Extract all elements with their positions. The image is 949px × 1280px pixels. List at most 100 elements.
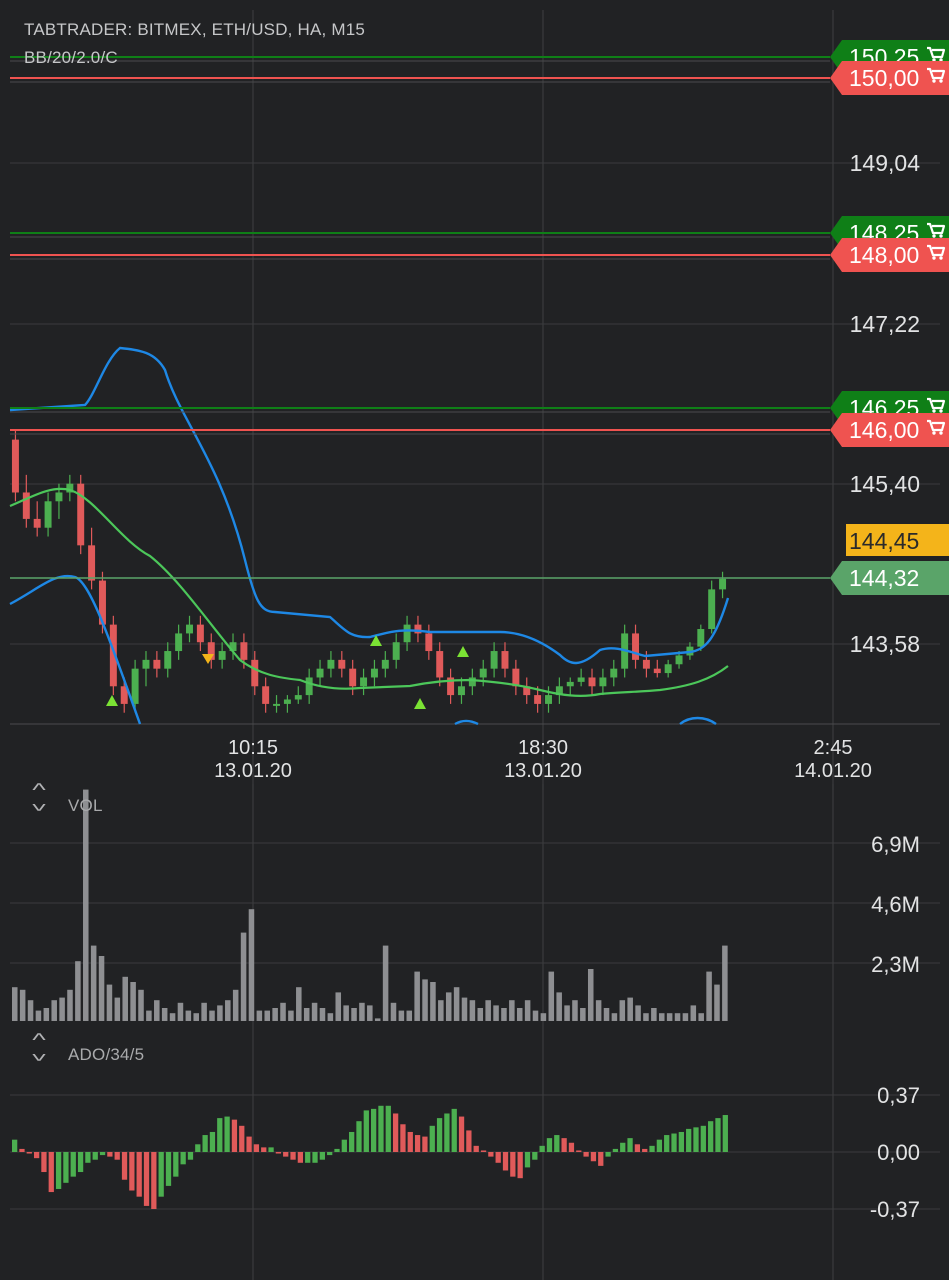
candle-body: [196, 624, 204, 643]
volume-bar: [106, 984, 113, 1021]
ado-bar: [180, 1152, 186, 1165]
ado-bar: [422, 1136, 428, 1152]
ado-bar: [715, 1118, 721, 1152]
candle-body: [22, 492, 30, 519]
time-tick-label: 10:15: [228, 737, 278, 759]
ado-bar: [634, 1144, 641, 1152]
order-tag-sell[interactable]: 150,00: [830, 61, 949, 95]
volume-bar: [453, 987, 460, 1021]
volume-bar: [240, 932, 247, 1021]
ado-bar: [671, 1133, 677, 1152]
ado-bar: [436, 1118, 443, 1152]
ado-bar: [129, 1152, 135, 1191]
ado-bar: [451, 1108, 457, 1152]
ado-bar: [664, 1135, 670, 1152]
ado-bar: [400, 1124, 406, 1152]
volume-bar: [580, 1008, 586, 1021]
candle-body: [273, 703, 281, 706]
volume-bar: [682, 1013, 689, 1021]
candle-body: [457, 686, 465, 696]
volume-bar: [138, 989, 144, 1021]
candle-body: [490, 651, 498, 669]
ado-bar: [598, 1152, 604, 1166]
volume-bar: [201, 1002, 207, 1021]
ado-panel-toggle[interactable]: ^ ^: [26, 1031, 52, 1064]
volume-bar: [75, 961, 81, 1021]
price-chart[interactable]: 150,25150,00148,25148,00146,25146,00144,…: [0, 0, 949, 790]
ado-bar: [568, 1142, 575, 1152]
ado-bar: [158, 1152, 164, 1197]
candle-body: [664, 664, 672, 674]
volume-bar: [658, 1013, 665, 1021]
ado-bar: [378, 1105, 384, 1152]
volume-bar: [722, 945, 728, 1021]
candle-body: [403, 624, 411, 643]
candle-body: [653, 668, 661, 674]
volume-bar: [493, 1005, 499, 1021]
ado-bar: [385, 1105, 391, 1152]
ado-bar: [678, 1131, 684, 1152]
volume-panel-toggle[interactable]: ^ ^: [26, 781, 52, 814]
cart-icon-wheel: [932, 256, 936, 260]
volume-bar: [169, 1013, 176, 1021]
candle-body: [283, 699, 291, 704]
order-tag-sell[interactable]: 146,00: [830, 413, 949, 447]
candle-body: [11, 439, 19, 493]
volume-bar: [19, 989, 26, 1021]
volume-bar: [438, 1000, 444, 1021]
ado-bar: [700, 1125, 706, 1152]
order-lines[interactable]: 150,25150,00148,25148,00146,25146,00144,…: [10, 40, 949, 595]
ado-tick-label: 0,37: [877, 1083, 920, 1108]
ado-bar: [26, 1152, 32, 1154]
date-tick-label: 13.01.20: [504, 760, 582, 782]
ado-bar: [136, 1152, 142, 1197]
ado-bar: [583, 1152, 589, 1157]
ado-bar: [392, 1113, 399, 1152]
volume-bar: [122, 976, 128, 1021]
chevron-down-icon: ^: [32, 794, 46, 814]
ado-bar: [70, 1152, 76, 1177]
ado-bar: [217, 1118, 223, 1152]
ado-bar: [165, 1152, 172, 1186]
ado-bar: [231, 1119, 238, 1152]
order-tag-sell[interactable]: 148,00: [830, 238, 949, 272]
ado-bar: [283, 1152, 289, 1157]
candle-body: [164, 651, 172, 669]
cart-icon-wheel: [932, 79, 936, 83]
volume-bar: [35, 1010, 42, 1021]
volume-bar: [564, 1005, 570, 1021]
candle-body: [675, 655, 683, 665]
ado-bar: [334, 1148, 340, 1152]
candle-body: [153, 659, 161, 669]
volume-chart[interactable]: 6,9M 4,6M 2,3M: [0, 784, 949, 1024]
last-price-tag[interactable]: 144,32: [830, 561, 949, 595]
volume-tick-label: 4,6M: [871, 892, 920, 917]
candle-body: [577, 677, 585, 682]
ado-bar: [195, 1144, 201, 1152]
volume-bar: [469, 1000, 476, 1021]
ado-bar: [290, 1152, 296, 1160]
candle-body: [566, 681, 574, 687]
candle-body: [545, 695, 552, 704]
ado-bar: [473, 1145, 479, 1152]
volume-bar: [619, 1000, 626, 1021]
volume-bar: [193, 1013, 199, 1021]
volume-bar: [98, 956, 105, 1021]
volume-bar: [706, 971, 712, 1021]
candle-body: [381, 659, 389, 669]
cart-icon-wheel: [932, 409, 936, 413]
ado-bar: [466, 1130, 472, 1152]
cart-icon-wheel: [939, 79, 943, 83]
bb-lower-band-tail: [679, 716, 717, 726]
ado-bar: [429, 1125, 435, 1152]
chevron-down-icon: ^: [32, 1044, 46, 1064]
volume-bar: [690, 1005, 697, 1021]
ado-bar: [656, 1139, 663, 1152]
candle-body: [534, 695, 542, 704]
ado-bar: [524, 1152, 531, 1168]
volume-bar: [335, 992, 342, 1021]
ado-bar: [33, 1152, 40, 1159]
candle-body: [610, 668, 618, 678]
order-tag-sell-text: 148,00: [849, 242, 919, 268]
volume-bar: [509, 1000, 515, 1021]
